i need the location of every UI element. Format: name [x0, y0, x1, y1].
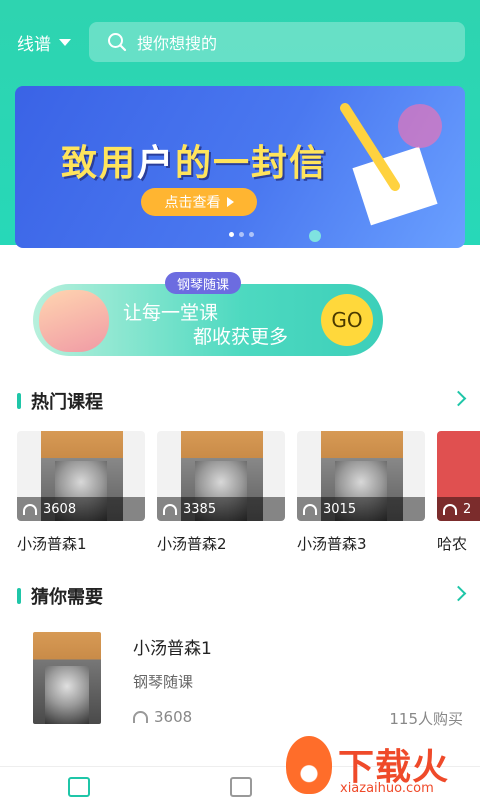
- course-card[interactable]: 3385 小汤普森2: [157, 431, 285, 554]
- headphones-icon: [23, 503, 37, 515]
- course-cover: 2: [437, 431, 480, 521]
- course-name: 小汤普森2: [157, 535, 227, 553]
- carousel-dot: [239, 232, 244, 237]
- play-count-overlay: 3385: [157, 497, 285, 521]
- piano-course-promo[interactable]: 钢琴随课 让每一堂课 都收获更多 GO: [33, 272, 383, 356]
- notation-mode-dropdown[interactable]: 线谱: [17, 30, 71, 55]
- watermark-domain: xiazaihuo.com: [340, 781, 434, 796]
- go-button[interactable]: GO: [321, 294, 373, 346]
- hot-courses-title: 热门课程: [17, 388, 103, 414]
- headphones-icon: [303, 503, 317, 515]
- banner-title: 致用户的一封信: [61, 143, 328, 184]
- headphones-icon: [443, 503, 457, 515]
- course-cover: 3385: [157, 431, 285, 521]
- carousel-dot-active: [229, 232, 234, 237]
- caret-down-icon: [59, 39, 71, 46]
- recommend-item-plays: 3608: [133, 708, 192, 726]
- recommend-item-bought: 115人购买: [389, 710, 463, 728]
- top-header: 线谱 搜你想搜的: [0, 18, 480, 64]
- course-card[interactable]: 3015 小汤普森3: [297, 431, 425, 554]
- notation-mode-label: 线谱: [17, 35, 51, 55]
- search-bar[interactable]: 搜你想搜的: [89, 22, 465, 62]
- hot-courses-list: 3608 小汤普森1 3385 小汤普森2 3015 小汤普森3 2 哈农: [17, 431, 480, 556]
- promo-slogan-line1: 让每一堂课: [123, 302, 219, 324]
- play-triangle-icon: [226, 197, 234, 207]
- recommend-cover: [33, 632, 101, 724]
- search-placeholder: 搜你想搜的: [137, 34, 218, 53]
- play-count-overlay: 2: [437, 497, 480, 521]
- play-count-overlay: 3015: [297, 497, 425, 521]
- banner-view-button[interactable]: 点击查看: [141, 188, 257, 216]
- banner-carousel[interactable]: 致用户的一封信 点击查看: [15, 86, 465, 248]
- recommend-item[interactable]: 小汤普森1 钢琴随课 3608 115人购买: [0, 620, 480, 730]
- search-icon: [108, 33, 127, 52]
- chevron-right-icon[interactable]: [450, 390, 467, 407]
- course-name: 哈农: [437, 535, 468, 553]
- home-icon[interactable]: [68, 777, 90, 797]
- recommend-item-title: 小汤普森1: [133, 639, 212, 659]
- course-cover: 3608: [17, 431, 145, 521]
- flame-icon: [286, 736, 332, 794]
- section-marker: [17, 588, 21, 604]
- watermark-logo: 下载火 xiazaihuo.com: [286, 736, 466, 798]
- girl-illustration: [39, 290, 109, 352]
- book-icon[interactable]: [230, 777, 252, 797]
- headphones-icon: [133, 711, 148, 723]
- play-count-overlay: 3608: [17, 497, 145, 521]
- promo-tag: 钢琴随课: [165, 272, 242, 294]
- course-name: 小汤普森1: [17, 535, 87, 553]
- course-card[interactable]: 2 哈农: [437, 431, 480, 554]
- recommend-title: 猜你需要: [17, 583, 103, 609]
- carousel-indicator: [229, 232, 254, 237]
- course-name: 小汤普森3: [297, 535, 367, 553]
- course-cover: 3015: [297, 431, 425, 521]
- headphones-icon: [163, 503, 177, 515]
- banner-view-label: 点击查看: [164, 195, 221, 211]
- carousel-dot: [249, 232, 254, 237]
- section-marker: [17, 393, 21, 409]
- recommend-item-category: 钢琴随课: [133, 673, 194, 691]
- chevron-right-icon[interactable]: [450, 585, 467, 602]
- promo-slogan-line2: 都收获更多: [193, 326, 289, 348]
- course-card[interactable]: 3608 小汤普森1: [17, 431, 145, 554]
